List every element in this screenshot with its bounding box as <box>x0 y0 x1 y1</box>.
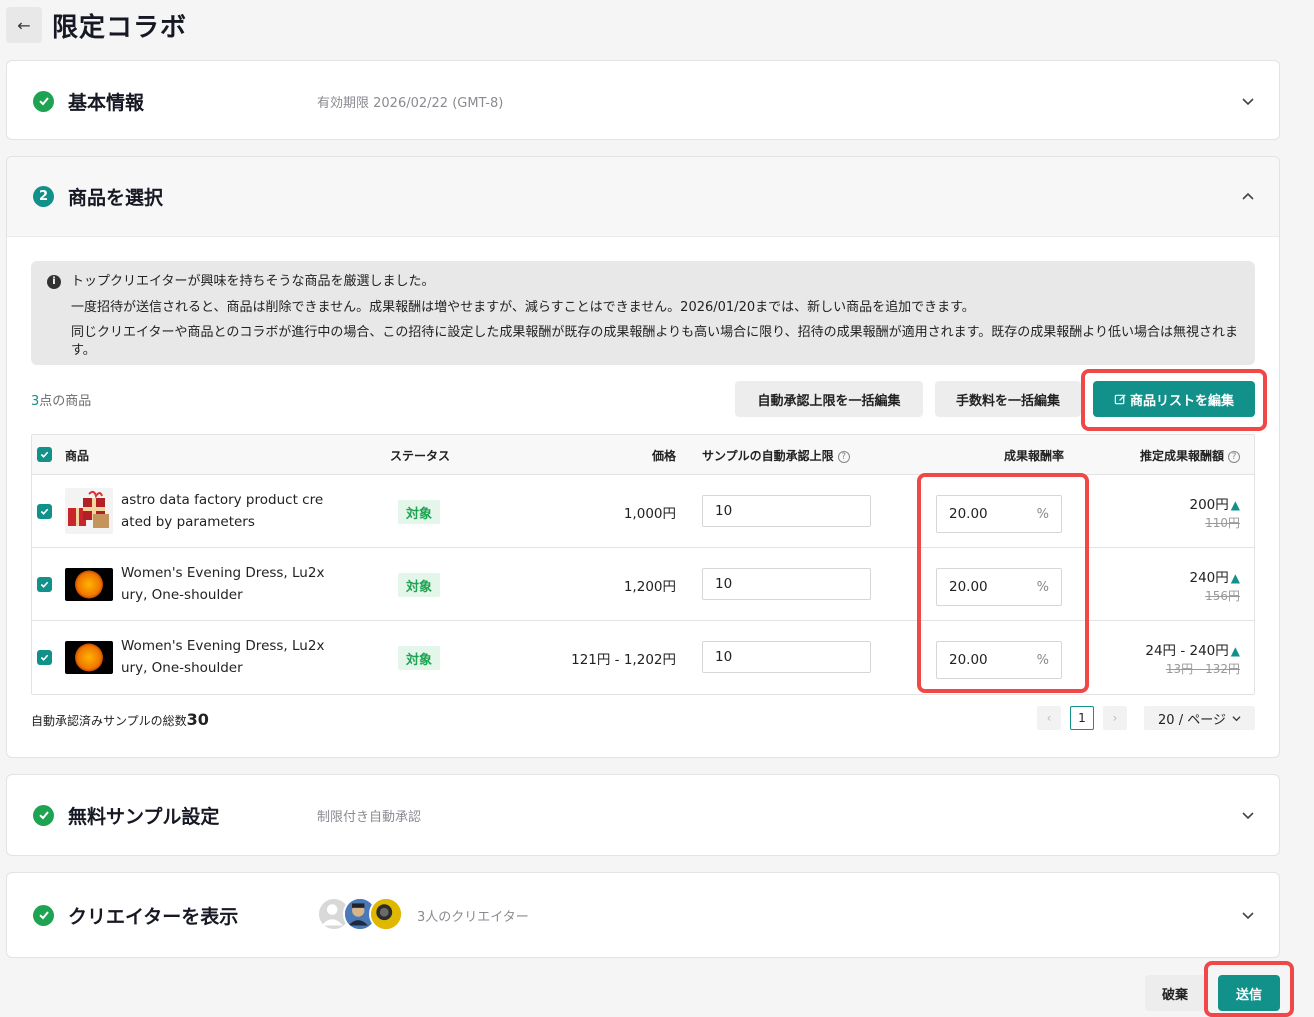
info-icon: i <box>47 275 61 289</box>
discard-button[interactable]: 破棄 <box>1145 975 1205 1011</box>
chevron-down-icon[interactable] <box>1241 908 1255 922</box>
section-title: クリエイターを表示 <box>68 905 239 928</box>
table-row: astro data factory product created by pa… <box>32 475 1254 548</box>
arrow-left-icon: ← <box>17 15 31 35</box>
section-subtitle: 制限付き自動承認 <box>317 809 422 825</box>
estimated-commission: 24円 - 240円 ▲ 13円 - 132円 <box>1145 643 1240 676</box>
edit-icon <box>1114 393 1126 404</box>
product-price: 1,000円 <box>623 506 676 522</box>
commission-rate-input[interactable]: 20.00% <box>936 641 1062 679</box>
chevron-left-icon: ‹ <box>1046 711 1052 725</box>
product-table: 商品 ステータス 価格 サンプルの自動承認上限? 成果報酬率 推定成果報酬額? … <box>31 434 1255 695</box>
sample-limit-input[interactable]: 10 <box>702 495 871 527</box>
col-sample-limit: サンプルの自動承認上限? <box>702 447 850 464</box>
estimated-commission: 200円 ▲ 110円 <box>1189 497 1240 530</box>
notice-box: i トップクリエイターが興味を持ちそうな商品を厳選しました。 一度招待が送信され… <box>31 261 1255 365</box>
product-name[interactable]: Women's Evening Dress, Lu2xury, One-shou… <box>121 562 326 606</box>
status-badge: 対象 <box>398 500 441 524</box>
section-title: 商品を選択 <box>68 187 164 209</box>
sample-limit-input[interactable]: 10 <box>702 568 871 600</box>
arrow-up-icon: ▲ <box>1230 644 1240 658</box>
basic-info-section[interactable]: 基本情報 有効期限 2026/02/22 (GMT-8) <box>6 60 1280 140</box>
product-thumbnail <box>65 488 113 534</box>
row-checkbox[interactable] <box>37 504 52 519</box>
product-thumbnail <box>65 641 113 674</box>
total-samples: 自動承認済みサンプルの総数30 <box>31 710 209 729</box>
product-count: 3点の商品 <box>31 394 92 409</box>
sample-limit-input[interactable]: 10 <box>702 641 871 673</box>
free-sample-section[interactable]: 無料サンプル設定 制限付き自動承認 <box>6 774 1280 856</box>
creators-section[interactable]: クリエイターを表示 3人のクリエイター <box>6 872 1280 958</box>
col-price: 価格 <box>651 449 676 463</box>
next-page-button[interactable]: › <box>1103 706 1127 730</box>
product-name[interactable]: Women's Evening Dress, Lu2xury, One-shou… <box>121 635 326 679</box>
product-price: 1,200円 <box>623 579 676 595</box>
arrow-up-icon: ▲ <box>1230 498 1240 512</box>
table-row: Women's Evening Dress, Lu2xury, One-shou… <box>32 621 1254 694</box>
section-title: 基本情報 <box>68 91 145 114</box>
product-name[interactable]: astro data factory product created by pa… <box>121 489 326 533</box>
avatar <box>369 897 403 931</box>
page-size-select[interactable]: 20 / ページ <box>1144 706 1255 730</box>
page-number-button[interactable]: 1 <box>1070 706 1094 730</box>
bulk-edit-fee-button[interactable]: 手数料を一括編集 <box>935 381 1081 417</box>
col-product: 商品 <box>65 449 90 463</box>
section-title: 無料サンプル設定 <box>68 805 220 828</box>
page-header: ← 限定コラボ <box>6 6 187 44</box>
notice-line: トップクリエイターが興味を持ちそうな商品を厳選しました。 <box>71 274 435 289</box>
row-checkbox[interactable] <box>37 650 52 665</box>
chevron-down-icon[interactable] <box>1241 94 1255 108</box>
product-selection-section: 2 商品を選択 i トップクリエイターが興味を持ちそうな商品を厳選しました。 一… <box>6 156 1280 758</box>
product-price: 121円 - 1,202円 <box>571 652 676 668</box>
chevron-right-icon: › <box>1112 711 1118 725</box>
chevron-down-icon <box>1232 715 1241 721</box>
section-subtitle: 有効期限 2026/02/22 (GMT-8) <box>317 95 504 111</box>
help-icon[interactable]: ? <box>1228 450 1240 463</box>
edit-product-list-button[interactable]: 商品リストを編集 <box>1093 381 1255 417</box>
check-circle-icon <box>33 804 54 826</box>
back-button[interactable]: ← <box>6 7 42 43</box>
notice-line: 一度招待が送信されると、商品は削除できません。成果報酬は増やせますが、減らすこと… <box>71 299 975 315</box>
commission-rate-input[interactable]: 20.00% <box>936 495 1062 533</box>
row-checkbox[interactable] <box>37 577 52 592</box>
status-badge: 対象 <box>398 573 441 597</box>
arrow-up-icon: ▲ <box>1230 571 1240 585</box>
estimated-commission: 240円 ▲ 156円 <box>1189 570 1240 603</box>
help-icon[interactable]: ? <box>837 450 850 463</box>
bulk-edit-limit-button[interactable]: 自動承認上限を一括編集 <box>735 381 923 417</box>
page-title: 限定コラボ <box>52 12 188 43</box>
prev-page-button[interactable]: ‹ <box>1037 706 1061 730</box>
notice-line: 同じクリエイターや商品とのコラボが進行中の場合、この招待に設定した成果報酬が既存… <box>71 325 1239 358</box>
col-commission: 成果報酬率 <box>1004 449 1065 463</box>
commission-rate-input[interactable]: 20.00% <box>936 568 1062 606</box>
select-all-checkbox[interactable] <box>37 447 52 462</box>
send-button[interactable]: 送信 <box>1218 975 1280 1011</box>
check-circle-icon <box>33 904 54 926</box>
creator-count: 3人のクリエイター <box>417 909 529 925</box>
col-estimated: 推定成果報酬額? <box>1140 447 1240 464</box>
col-status: ステータス <box>390 449 451 463</box>
chevron-down-icon[interactable] <box>1241 808 1255 822</box>
check-circle-icon <box>33 90 54 112</box>
product-thumbnail <box>65 568 113 601</box>
status-badge: 対象 <box>398 646 441 670</box>
table-row: Women's Evening Dress, Lu2xury, One-shou… <box>32 548 1254 621</box>
chevron-up-icon[interactable] <box>1241 190 1255 204</box>
step-number-badge: 2 <box>33 186 54 207</box>
table-header: 商品 ステータス 価格 サンプルの自動承認上限? 成果報酬率 推定成果報酬額? <box>32 435 1254 475</box>
